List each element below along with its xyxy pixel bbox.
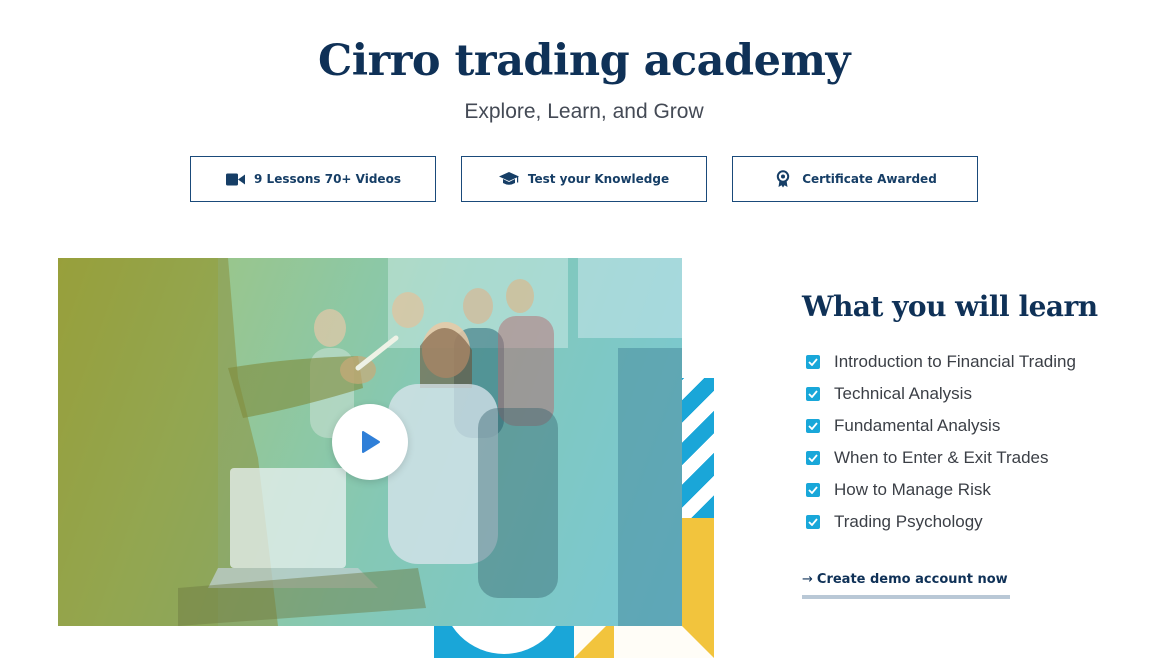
feature-certificate-label: Certificate Awarded <box>802 172 937 186</box>
learn-list-item: Introduction to Financial Trading <box>806 346 1076 378</box>
checkbox-checked-icon <box>806 387 820 401</box>
learn-list-item: When to Enter & Exit Trades <box>806 442 1076 474</box>
learn-list-item: Fundamental Analysis <box>806 410 1076 442</box>
video-camera-icon <box>225 170 245 188</box>
feature-lessons-label: 9 Lessons 70+ Videos <box>254 172 401 186</box>
learn-list-item: How to Manage Risk <box>806 474 1076 506</box>
graduation-cap-icon <box>498 170 519 188</box>
feature-test-label: Test your Knowledge <box>527 172 670 186</box>
page-title: Cirro trading academy <box>318 36 850 86</box>
checkbox-checked-icon <box>806 355 820 369</box>
award-ribbon-icon <box>773 170 793 188</box>
learn-section-title: What you will learn <box>802 290 1098 323</box>
learn-item-label: When to Enter & Exit Trades <box>834 448 1049 467</box>
learn-item-label: How to Manage Risk <box>834 480 991 499</box>
learn-item-label: Introduction to Financial Trading <box>834 352 1076 371</box>
learn-item-label: Technical Analysis <box>834 384 972 403</box>
intro-video[interactable] <box>58 258 682 626</box>
learn-list-item: Technical Analysis <box>806 378 1076 410</box>
checkbox-checked-icon <box>806 515 820 529</box>
play-icon <box>359 430 381 454</box>
feature-lessons-button[interactable]: 9 Lessons 70+ Videos <box>190 156 436 202</box>
page-subtitle: Explore, Learn, and Grow <box>464 100 704 123</box>
create-demo-account-link[interactable]: → Create demo account now <box>802 572 1010 599</box>
learn-item-label: Trading Psychology <box>834 512 983 531</box>
learn-list: Introduction to Financial Trading Techni… <box>806 346 1076 538</box>
arrow-right-icon: → <box>802 572 813 587</box>
feature-test-button[interactable]: Test your Knowledge <box>461 156 707 202</box>
learn-item-label: Fundamental Analysis <box>834 416 1001 435</box>
play-button[interactable] <box>332 404 408 480</box>
checkbox-checked-icon <box>806 483 820 497</box>
learn-list-item: Trading Psychology <box>806 506 1076 538</box>
feature-certificate-button[interactable]: Certificate Awarded <box>732 156 978 202</box>
create-demo-account-label: Create demo account now <box>816 572 1008 587</box>
checkbox-checked-icon <box>806 419 820 433</box>
checkbox-checked-icon <box>806 451 820 465</box>
